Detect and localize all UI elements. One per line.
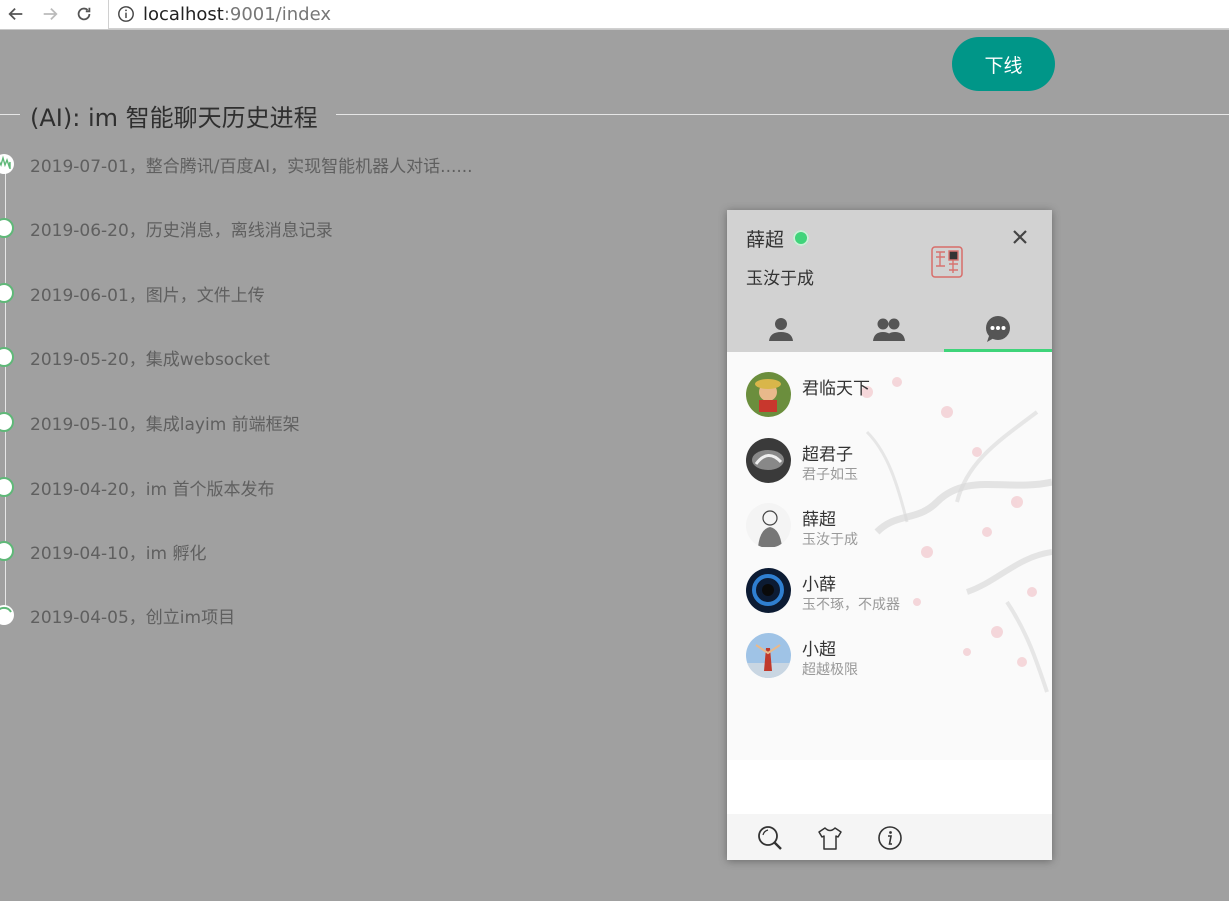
timeline-item-text: 2019-05-10，集成layim 前端框架: [30, 415, 300, 435]
avatar: [746, 438, 791, 483]
group-icon: [873, 318, 905, 341]
timeline-item: 2019-07-01，整合腾讯/百度AI，实现智能机器人对话......: [0, 150, 700, 180]
timeline-node-icon: [0, 477, 14, 497]
contact-sign: 超越极限: [802, 662, 858, 678]
timeline-title-row: (AI): im 智能聊天历史进程: [0, 98, 1229, 132]
contact-name: 君临天下: [802, 379, 870, 399]
list-item[interactable]: 君临天下: [727, 372, 1052, 432]
tab-friends[interactable]: [727, 306, 835, 352]
timeline-item-text: 2019-04-10，im 孵化: [30, 544, 207, 564]
forward-button[interactable]: [38, 2, 62, 26]
list-item[interactable]: 小薛 玉不琢，不成器: [727, 568, 1052, 628]
timeline-item-text: 2019-04-20，im 首个版本发布: [30, 480, 275, 500]
timeline-node-icon: [0, 347, 14, 367]
timeline-flame-icon: [0, 154, 14, 174]
contact-name: 薛超: [802, 510, 836, 530]
reload-icon: [77, 7, 91, 21]
reload-button[interactable]: [72, 2, 96, 26]
tab-groups[interactable]: [835, 306, 943, 352]
url-host: localhost: [143, 3, 224, 25]
divider: [0, 114, 20, 115]
list-item[interactable]: 小超 超越极限: [727, 633, 1052, 693]
timeline-item: 2019-06-20，历史消息，离线消息记录: [0, 214, 700, 244]
contact-name: 小薛: [802, 575, 836, 595]
url-path: :9001/index: [223, 3, 331, 25]
timeline-item: 2019-05-20，集成websocket: [0, 343, 700, 373]
avatar: [746, 633, 791, 678]
back-button[interactable]: [4, 2, 28, 26]
im-toolbar: [727, 814, 1052, 860]
im-username: 薛超: [746, 229, 785, 251]
timeline-item-text: 2019-06-01，图片，文件上传: [30, 286, 265, 306]
person-icon: [769, 318, 793, 341]
timeline-title: (AI): im 智能聊天历史进程: [30, 104, 318, 132]
info-icon[interactable]: [117, 5, 135, 23]
seal-stamp-icon: [931, 246, 963, 278]
about-button[interactable]: [876, 824, 904, 852]
contact-sign: 玉汝于成: [802, 532, 858, 548]
contact-name: 小超: [802, 640, 836, 660]
list-item[interactable]: 超君子 君子如玉: [727, 438, 1052, 498]
timeline-item: 2019-04-10，im 孵化: [0, 537, 700, 567]
im-signature[interactable]: 玉汝于成: [746, 264, 814, 289]
skin-button[interactable]: [816, 824, 844, 852]
skin-icon: [818, 827, 842, 850]
contact-name: 超君子: [802, 445, 853, 465]
history-list: 君临天下 超君子 君子如玉 薛超 玉汝于成 小薛 玉不琢，不成器 小超 超越极限: [727, 352, 1052, 760]
address-bar[interactable]: localhost:9001/index: [108, 0, 1229, 29]
contact-sign: 玉不琢，不成器: [802, 597, 900, 613]
divider: [336, 114, 1229, 115]
list-item[interactable]: 薛超 玉汝于成: [727, 503, 1052, 563]
online-status-icon[interactable]: [793, 230, 809, 246]
timeline-node-icon: [0, 412, 14, 432]
timeline-node-icon: [0, 605, 14, 625]
logout-button[interactable]: 下线: [952, 37, 1055, 91]
timeline-item-text: 2019-06-20，历史消息，离线消息记录: [30, 221, 333, 241]
timeline-item-text: 2019-04-05，创立im项目: [30, 608, 236, 628]
close-icon[interactable]: [1009, 226, 1031, 248]
chat-bubble-icon: [986, 316, 1010, 342]
tab-history[interactable]: [944, 306, 1052, 352]
timeline-item: 2019-06-01，图片，文件上传: [0, 279, 700, 309]
timeline-item-text: 2019-05-20，集成websocket: [30, 350, 270, 370]
avatar: [746, 372, 791, 417]
search-button[interactable]: [756, 824, 784, 852]
timeline-item: 2019-04-05，创立im项目: [0, 601, 700, 631]
im-header: 薛超 玉汝于成: [727, 210, 1052, 352]
timeline-node-icon: [0, 541, 14, 561]
timeline-item: 2019-05-10，集成layim 前端框架: [0, 408, 700, 438]
contact-sign: 君子如玉: [802, 467, 858, 483]
about-icon: [878, 826, 902, 850]
timeline-node-icon: [0, 283, 14, 303]
list-footer: [727, 760, 1052, 814]
browser-toolbar: localhost:9001/index: [0, 0, 1229, 30]
im-tabs: [727, 306, 1052, 352]
timeline-item: 2019-04-20，im 首个版本发布: [0, 473, 700, 503]
forward-arrow-icon: [43, 7, 58, 21]
search-icon: [758, 826, 782, 850]
back-arrow-icon: [8, 7, 23, 21]
avatar: [746, 503, 791, 548]
im-main-panel: 薛超 玉汝于成 君临天下 超君子 君子如玉 薛超 玉汝于成 小薛 玉不琢，不成器…: [727, 210, 1052, 860]
avatar: [746, 568, 791, 613]
timeline-node-icon: [0, 218, 14, 238]
timeline-item-text: 2019-07-01，整合腾讯/百度AI，实现智能机器人对话......: [30, 157, 473, 177]
